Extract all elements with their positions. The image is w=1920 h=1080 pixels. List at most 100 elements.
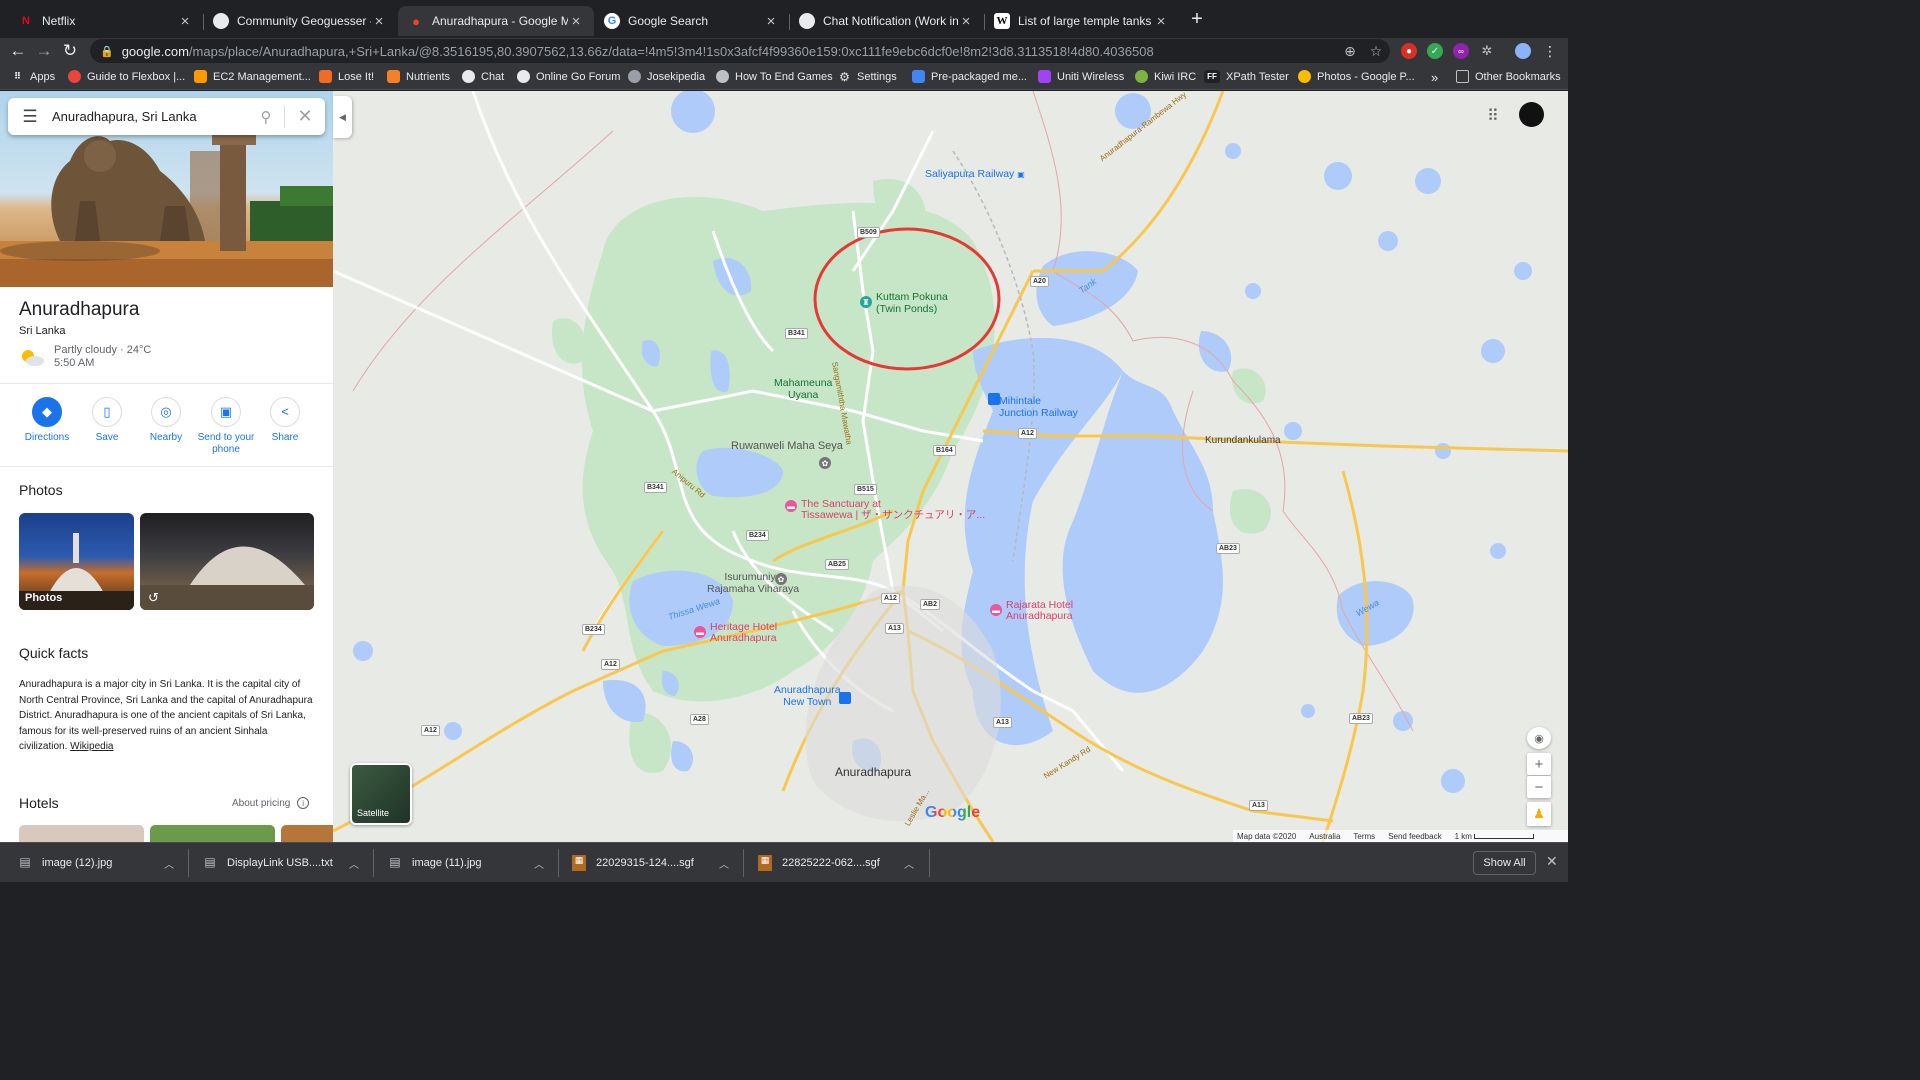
chevron-up-icon[interactable]: ︿: [349, 856, 359, 871]
chevron-up-icon[interactable]: ︿: [904, 856, 914, 871]
kuttam-pokuna-pin-icon[interactable]: ♜: [860, 296, 872, 308]
save-button[interactable]: ▯ Save: [77, 397, 137, 444]
zoom-in-button[interactable]: +: [1527, 753, 1551, 775]
hotel-pin-icon[interactable]: ▬: [785, 500, 797, 512]
hotel-card-3[interactable]: [281, 825, 333, 842]
close-tab-icon[interactable]: ×: [763, 13, 779, 30]
chevron-up-icon[interactable]: ︿: [719, 856, 729, 871]
bookmark-apps[interactable]: ⠿ Apps: [11, 70, 55, 83]
send-to-phone-button[interactable]: ▣ Send to your phone: [196, 397, 256, 456]
download-item[interactable]: ▤ image (11).jpg ︿: [388, 843, 553, 883]
my-location-button[interactable]: ◉: [1527, 727, 1551, 749]
download-item[interactable]: ▦ 22029315-124....sgf ︿: [572, 843, 737, 883]
close-tab-icon[interactable]: ×: [568, 13, 584, 30]
show-all-downloads-button[interactable]: Show All: [1473, 851, 1536, 875]
download-item[interactable]: ▤ DisplayLink USB....txt ︿: [203, 843, 368, 883]
tab-google-maps[interactable]: ● Anuradhapura - Google Maps ×: [398, 6, 594, 36]
install-icon[interactable]: ⊕: [1342, 43, 1358, 59]
hotel-card-1[interactable]: [19, 825, 144, 842]
close-tab-icon[interactable]: ×: [371, 13, 387, 30]
bookmark-xpath-tester[interactable]: FF XPath Tester: [1204, 70, 1289, 83]
map-label-ruwanweli[interactable]: Ruwanweli Maha Seya: [731, 440, 843, 452]
close-icon[interactable]: ✕: [285, 106, 325, 127]
google-apps-icon[interactable]: ⠿: [1487, 106, 1499, 126]
search-icon[interactable]: ⚲: [248, 108, 284, 126]
chevron-up-icon[interactable]: ︿: [164, 856, 174, 871]
map-label-new-town[interactable]: Anuradhapura New Town: [774, 684, 841, 708]
tab-chat-notification[interactable]: Chat Notification (Work in prog ×: [789, 6, 984, 36]
satellite-layer-toggle[interactable]: Satellite: [350, 763, 412, 825]
close-tab-icon[interactable]: ×: [1153, 13, 1169, 30]
about-pricing-link[interactable]: About pricing i: [232, 797, 310, 809]
hotel-pin-icon[interactable]: ▬: [990, 604, 1002, 616]
hotel-card-2[interactable]: [150, 825, 275, 842]
share-button[interactable]: < Share: [255, 397, 315, 444]
extension-puzzle-icon[interactable]: ✲: [1479, 43, 1495, 59]
bookmark-josekipedia[interactable]: Josekipedia: [628, 70, 705, 83]
hamburger-menu-icon[interactable]: ☰: [8, 107, 52, 127]
close-tab-icon[interactable]: ×: [958, 13, 974, 30]
map-label-sanctuary[interactable]: The Sanctuary at Tissawewa | ザ・サンクチュアリ・ア.…: [801, 499, 985, 521]
photo-tile-stupa[interactable]: Photos: [19, 513, 134, 610]
hotel-pin-icon[interactable]: ▬: [694, 626, 706, 638]
download-item[interactable]: ▦ 22825222-062....sgf ︿: [758, 843, 923, 883]
send-feedback-link[interactable]: Send feedback: [1388, 832, 1441, 841]
bookmark-settings[interactable]: ⚙ Settings: [838, 70, 897, 84]
map-label-mahameuna-uyana[interactable]: Mahameuna Uyana: [774, 377, 832, 401]
bookmark-flexbox[interactable]: Guide to Flexbox |...: [68, 70, 185, 83]
map-label-rajarata-hotel[interactable]: Rajarata Hotel Anuradhapura: [1006, 600, 1073, 622]
place-of-worship-icon[interactable]: ✿: [819, 457, 831, 469]
map-label-heritage-hotel[interactable]: Heritage Hotel Anuradhapura: [710, 622, 777, 644]
map-label-anuradhapura-city[interactable]: Anuradhapura: [835, 765, 911, 779]
bookmarks-overflow-button[interactable]: »: [1431, 70, 1438, 85]
photo-tile-360[interactable]: ↺: [140, 513, 314, 610]
bookmark-ec2[interactable]: EC2 Management...: [194, 70, 311, 83]
bookmark-chat[interactable]: Chat: [462, 70, 504, 83]
tab-community-geoguesser[interactable]: Community Geoguesser - Gen ×: [203, 6, 397, 36]
extension-check-icon[interactable]: ✓: [1427, 43, 1443, 59]
wikipedia-link[interactable]: Wikipedia: [70, 741, 113, 752]
nearby-button[interactable]: ◎ Nearby: [136, 397, 196, 444]
extension-adblock-icon[interactable]: ●: [1401, 43, 1417, 59]
new-tab-button[interactable]: +: [1187, 8, 1207, 31]
directions-button[interactable]: ◆ Directions: [17, 397, 77, 444]
back-button[interactable]: ←: [8, 41, 28, 61]
terms-link[interactable]: Terms: [1353, 832, 1375, 841]
star-icon[interactable]: ☆: [1368, 43, 1384, 59]
bookmark-uniti-wireless[interactable]: Uniti Wireless: [1038, 70, 1124, 83]
account-avatar[interactable]: [1519, 102, 1544, 127]
region-link[interactable]: Australia: [1309, 832, 1340, 841]
bookmark-online-go-forum[interactable]: Online Go Forum: [517, 70, 620, 83]
collapse-sidebar-button[interactable]: ◀: [333, 96, 352, 138]
tab-wikipedia[interactable]: W List of large temple tanks - Wik ×: [984, 6, 1179, 36]
extension-glasses-icon[interactable]: ∞: [1453, 43, 1469, 59]
map-label-kurundankulama[interactable]: Kurundankulama: [1205, 435, 1281, 446]
forward-button[interactable]: →: [34, 41, 54, 61]
bookmark-photos[interactable]: Photos - Google P...: [1298, 70, 1415, 83]
bookmark-how-to-end-games[interactable]: How To End Games: [716, 70, 833, 83]
close-icon[interactable]: ✕: [1546, 853, 1558, 870]
profile-avatar[interactable]: [1515, 43, 1531, 59]
tab-netflix[interactable]: N Netflix ×: [8, 6, 203, 36]
search-input[interactable]: Anuradhapura, Sri Lanka: [52, 109, 248, 124]
scale-bar[interactable]: 1 km: [1455, 832, 1535, 841]
bookmark-kiwi-irc[interactable]: Kiwi IRC: [1135, 70, 1196, 83]
place-of-worship-icon[interactable]: ✿: [775, 573, 787, 585]
address-bar[interactable]: 🔒 google.com /maps/place/Anuradhapura,+S…: [90, 39, 1390, 63]
close-tab-icon[interactable]: ×: [177, 13, 193, 30]
train-station-icon[interactable]: [839, 692, 851, 704]
train-station-icon[interactable]: [988, 393, 1000, 405]
zoom-out-button[interactable]: −: [1527, 776, 1551, 798]
browser-menu-icon[interactable]: ⋮: [1542, 43, 1558, 59]
chevron-up-icon[interactable]: ︿: [534, 856, 544, 871]
other-bookmarks[interactable]: Other Bookmarks: [1456, 70, 1561, 83]
map-label-kuttam-pokuna[interactable]: Kuttam Pokuna (Twin Ponds): [876, 291, 948, 315]
download-item[interactable]: ▤ image (12).jpg ︿: [18, 843, 183, 883]
pegman-icon[interactable]: ♟: [1527, 802, 1551, 826]
map-canvas[interactable]: Saliyapura Railway ▣ Anuradhapura-Rambew…: [333, 91, 1568, 842]
bookmark-nutrients[interactable]: Nutrients: [387, 70, 450, 83]
bookmark-loseit[interactable]: Lose It!: [319, 70, 374, 83]
tab-google-search[interactable]: G Google Search ×: [594, 6, 789, 36]
map-label-mihintale-junction[interactable]: Mihintale Junction Railway: [999, 395, 1078, 419]
map-label-saliyapura[interactable]: Saliyapura Railway ▣: [925, 168, 1025, 181]
